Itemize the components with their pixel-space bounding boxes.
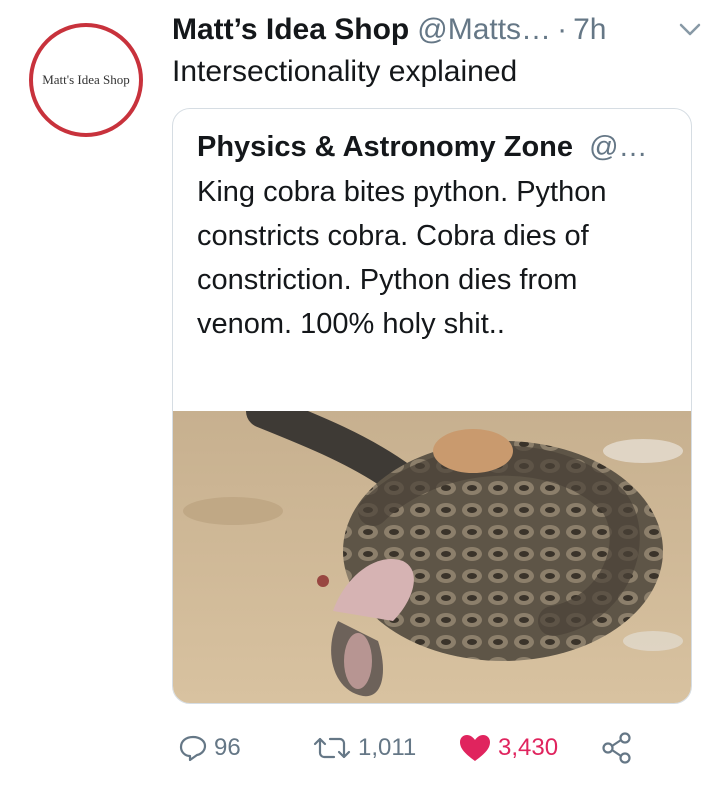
quote-author-handle: @… [589,131,648,163]
quote-media-image[interactable] [173,411,691,703]
tweet-header: Matt’s Idea Shop @Matts… · 7h [172,8,702,52]
retweet-icon [313,737,351,759]
author-handle[interactable]: @Matts… [417,8,551,52]
reply-icon [179,735,207,762]
like-button[interactable]: 3,430 [458,728,558,768]
tweet-text: Intersectionality explained [172,55,518,88]
tweet-actions: 96 1,011 3,430 [172,728,672,768]
author-name[interactable]: Matt’s Idea Shop [172,8,409,52]
quote-header: Physics & Astronomy Zone @… [197,127,648,167]
reply-count: 96 [214,734,241,761]
quote-author-name: Physics & Astronomy Zone [197,131,574,163]
tweet-time[interactable]: 7h [573,8,606,52]
separator-dot: · [557,13,568,46]
chevron-down-icon[interactable] [678,18,702,42]
retweet-button[interactable]: 1,011 [312,728,416,768]
retweet-count: 1,011 [358,734,417,761]
avatar[interactable]: Matt's Idea Shop [29,23,143,137]
share-button[interactable] [600,728,634,768]
reply-button[interactable]: 96 [178,728,241,768]
quoted-tweet-card[interactable]: Physics & Astronomy Zone @… King cobra b… [172,108,692,704]
heart-icon [460,735,490,761]
snake-photo [173,411,691,703]
quote-text: King cobra bites python. Python constric… [197,176,607,340]
like-count: 3,430 [498,734,559,761]
share-icon [602,732,631,764]
avatar-text: Matt's Idea Shop [42,72,130,87]
